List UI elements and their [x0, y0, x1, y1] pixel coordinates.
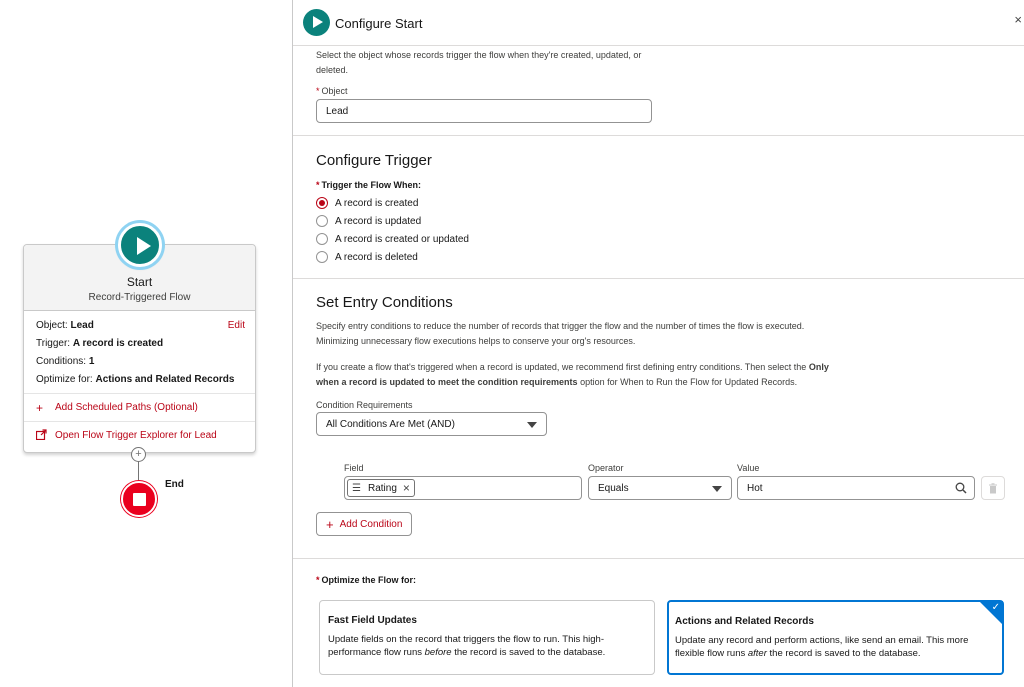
start-summary: Edit Object: Lead Trigger: A record is c…	[24, 311, 255, 393]
end-stop-icon	[121, 481, 157, 517]
object-label: * Object	[316, 86, 348, 96]
summary-object-value: Lead	[70, 320, 94, 331]
start-subtitle: Record-Triggered Flow	[88, 292, 191, 303]
radio-record-created[interactable]: A record is created	[316, 197, 418, 209]
object-section: Select the object whose records trigger …	[293, 46, 1024, 136]
remove-pill-icon[interactable]: ×	[403, 481, 410, 495]
summary-object: Object: Lead	[36, 320, 94, 331]
fast-field-updates-option[interactable]: Fast Field Updates Update fields on the …	[319, 600, 655, 675]
open-trigger-explorer-link[interactable]: Open Flow Trigger Explorer for Lead	[24, 421, 255, 449]
close-icon[interactable]: ×	[1014, 12, 1022, 27]
add-element-icon[interactable]: +	[131, 447, 146, 462]
external-link-icon	[35, 428, 50, 443]
start-element-card[interactable]: Start Record-Triggered Flow Edit Object:…	[23, 223, 256, 453]
add-condition-button[interactable]: + Add Condition	[316, 512, 413, 536]
edit-link[interactable]: Edit	[228, 317, 245, 335]
chevron-down-icon	[712, 486, 722, 492]
trigger-label: * Trigger the Flow When:	[316, 180, 422, 190]
end-label: End	[165, 479, 184, 490]
condition-requirements-label: Condition Requirements	[316, 400, 413, 410]
actions-related-records-option[interactable]: ✓ Actions and Related Records Update any…	[667, 600, 1004, 675]
radio-icon[interactable]	[316, 233, 328, 245]
configure-start-panel: Configure Start × Select the object whos…	[292, 0, 1024, 687]
summary-optimize-value: Actions and Related Records	[95, 374, 235, 385]
start-title: Start	[126, 275, 153, 289]
entry-conditions-title: Set Entry Conditions	[316, 294, 453, 311]
flow-canvas: Start Record-Triggered Flow Edit Object:…	[0, 0, 292, 687]
entry-conditions-section: Set Entry Conditions Specify entry condi…	[293, 279, 1024, 559]
trigger-section: Configure Trigger * Trigger the Flow When…	[293, 136, 1024, 279]
value-column-label: Value	[737, 463, 760, 473]
field-column-label: Field	[344, 463, 364, 473]
radio-record-deleted[interactable]: A record is deleted	[316, 251, 418, 263]
object-description: Select the object whose records trigger …	[316, 50, 642, 75]
field-input[interactable]: ☰ Rating ×	[344, 476, 582, 500]
condition-requirements-select[interactable]: All Conditions Are Met (AND)	[316, 412, 547, 436]
plus-icon: +	[36, 400, 44, 415]
operator-column-label: Operator	[588, 463, 624, 473]
value-input[interactable]: Hot	[737, 476, 975, 500]
panel-header: Configure Start ×	[293, 0, 1024, 46]
summary-conditions-value: 1	[88, 356, 95, 367]
entry-conditions-description: Specify entry conditions to reduce the n…	[316, 321, 805, 346]
entry-conditions-recommendation: If you create a flow that's triggered wh…	[316, 362, 829, 387]
summary-conditions: Conditions: 1	[36, 356, 95, 367]
optimize-label: * Optimize the Flow for:	[316, 575, 417, 585]
object-input[interactable]: Lead	[316, 99, 652, 123]
operator-select[interactable]: Equals	[588, 476, 732, 500]
summary-trigger-value: A record is created	[72, 338, 164, 349]
plus-icon: +	[326, 516, 334, 532]
summary-optimize: Optimize for: Actions and Related Record…	[36, 374, 235, 385]
field-pill: ☰ Rating ×	[347, 479, 415, 497]
radio-selected-icon[interactable]	[316, 197, 328, 209]
check-icon: ✓	[991, 602, 1000, 613]
summary-trigger: Trigger: A record is created	[36, 338, 164, 349]
list-icon: ☰	[352, 482, 361, 494]
start-play-icon-header	[303, 9, 330, 36]
radio-record-updated[interactable]: A record is updated	[316, 215, 421, 227]
start-play-icon[interactable]	[118, 223, 162, 267]
chevron-down-icon	[527, 422, 537, 428]
panel-title: Configure Start	[335, 16, 423, 31]
search-icon	[955, 482, 967, 497]
configure-trigger-title: Configure Trigger	[316, 152, 432, 169]
add-scheduled-paths-link[interactable]: + Add Scheduled Paths (Optional)	[24, 393, 255, 421]
delete-condition-icon[interactable]	[981, 476, 1005, 500]
radio-icon[interactable]	[316, 215, 328, 227]
radio-record-created-or-updated[interactable]: A record is created or updated	[316, 233, 469, 245]
radio-icon[interactable]	[316, 251, 328, 263]
